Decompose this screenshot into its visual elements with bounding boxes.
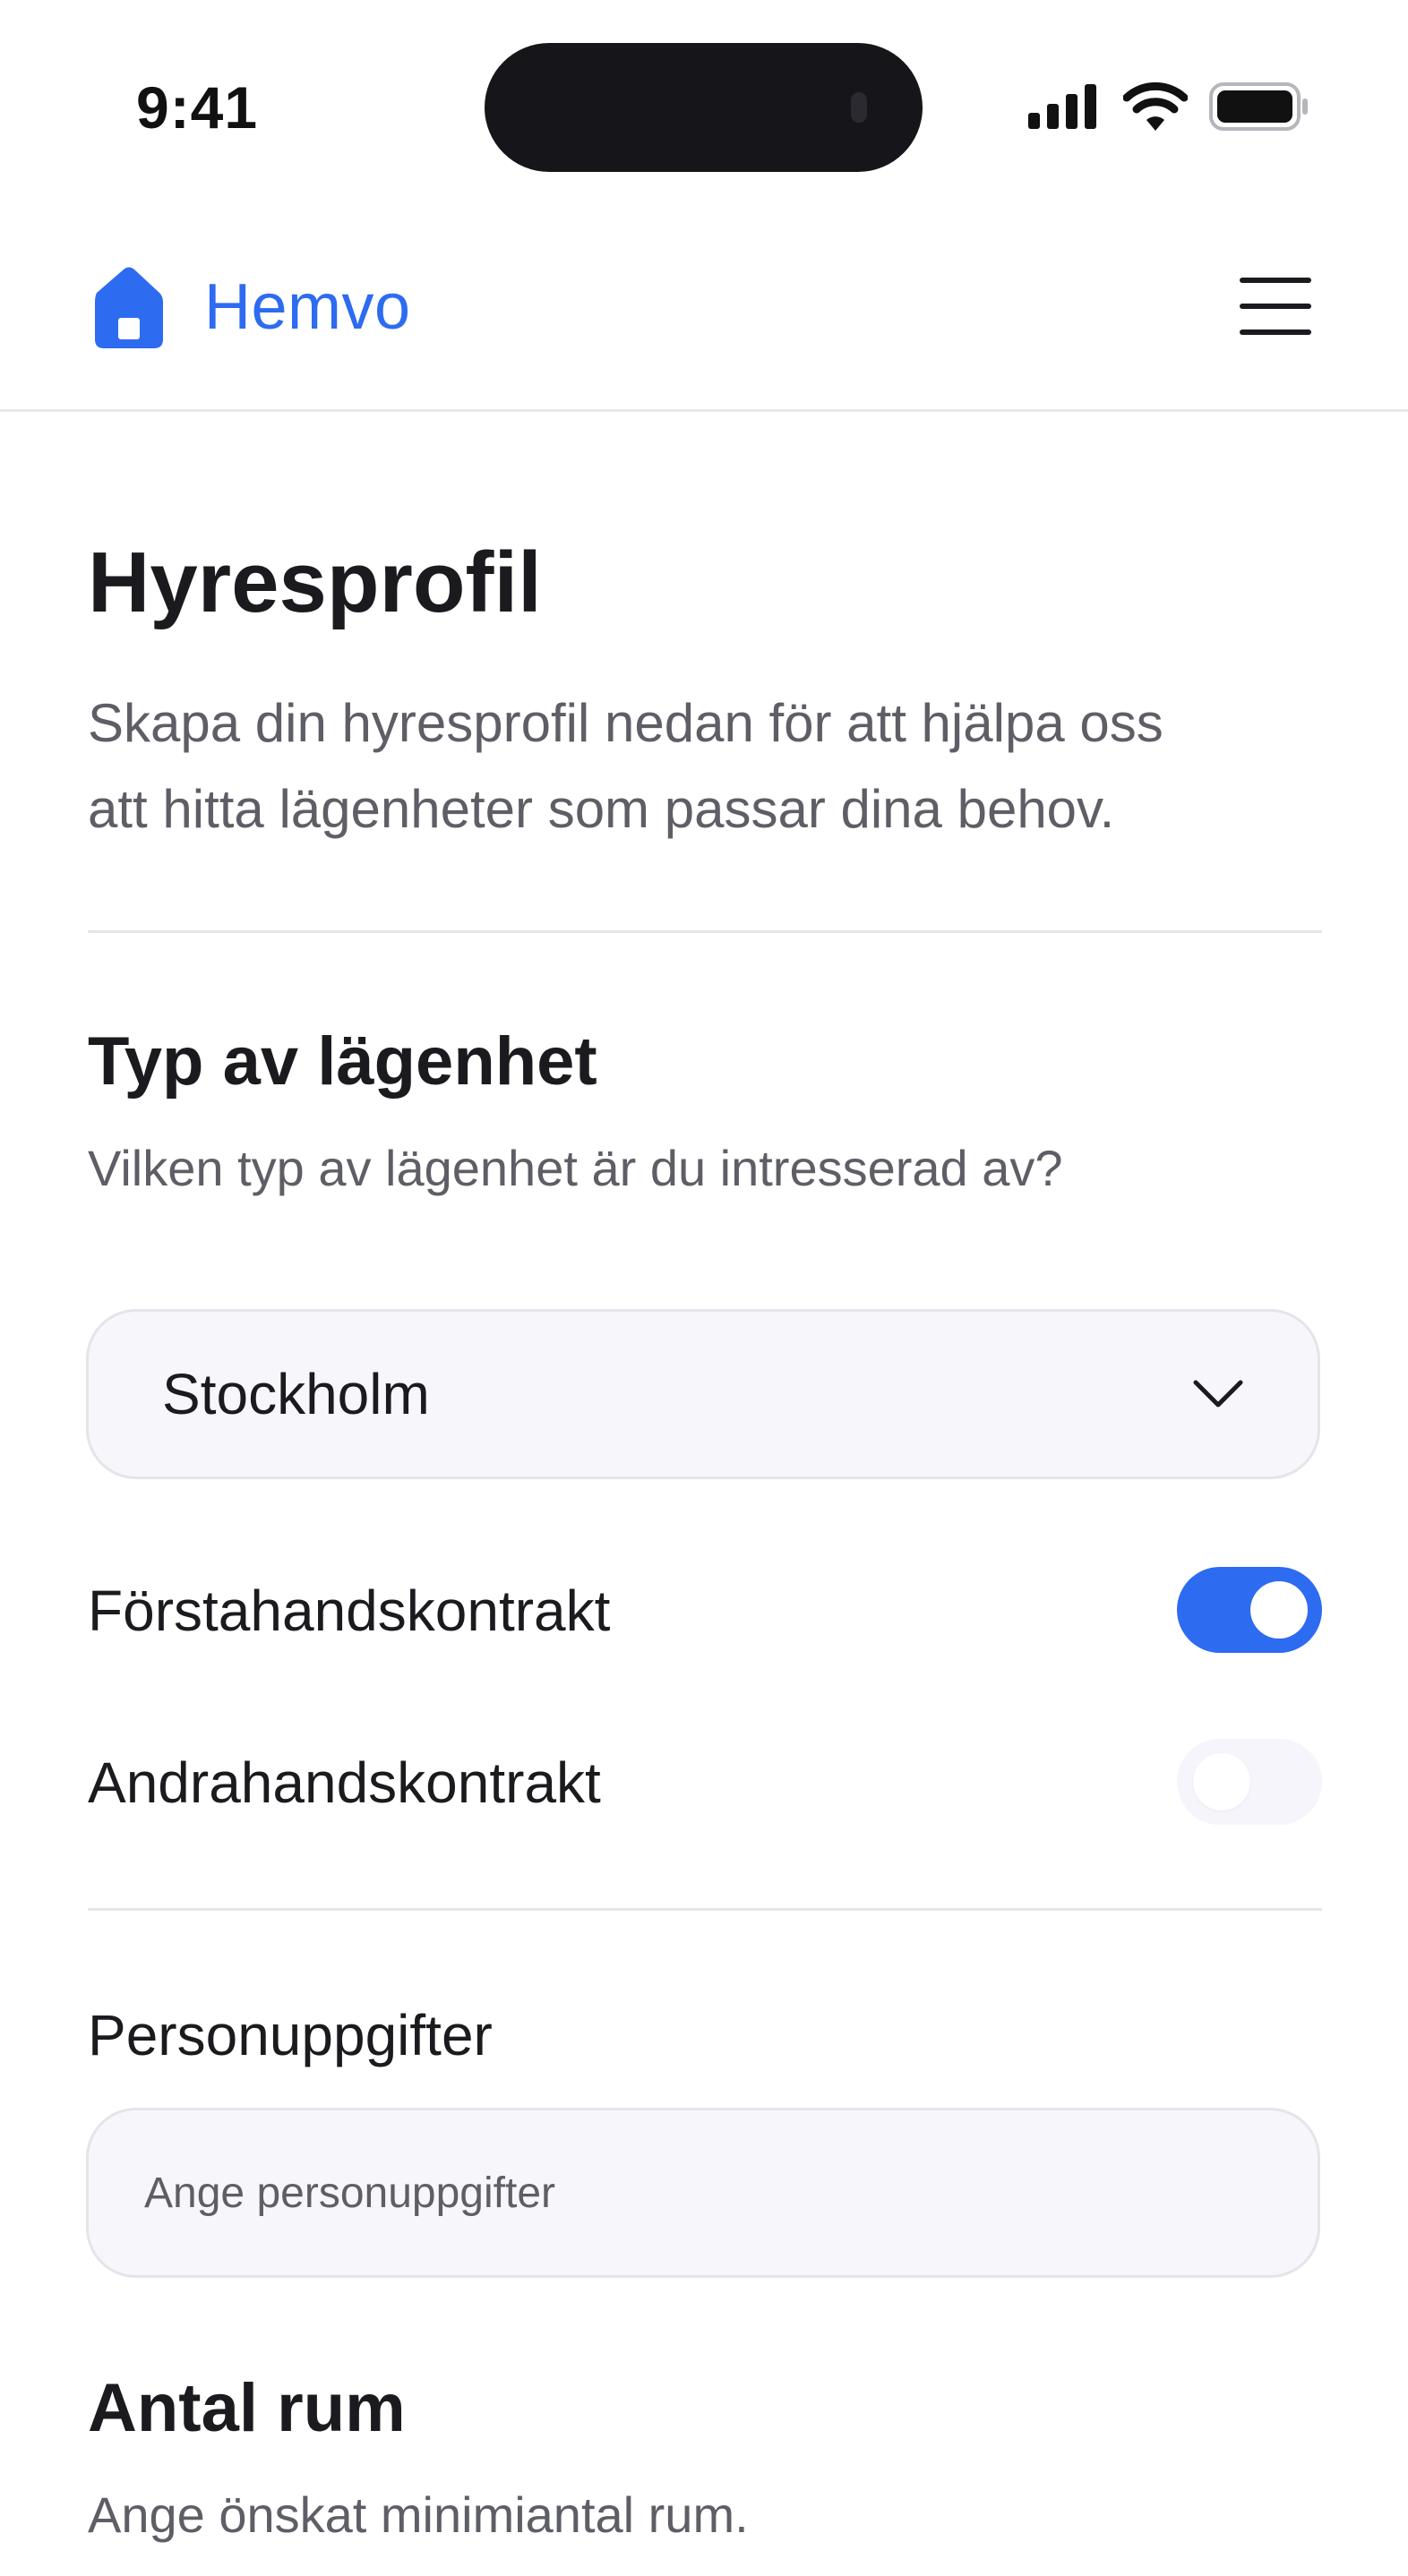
house-icon	[95, 267, 163, 348]
page-description-line-1: Skapa din hyresprofil nedan för att hjäl…	[88, 693, 1163, 753]
menu-bar-top	[1240, 278, 1311, 283]
page-description-line-2: att hitta lägenheter som passar dina beh…	[88, 779, 1115, 839]
rooms-subtitle: Ange önskat minimiantal rum.	[88, 2486, 749, 2543]
menu-bar-middle	[1240, 304, 1311, 309]
cellular-signal-icon	[1028, 84, 1096, 129]
battery-icon	[1209, 82, 1308, 131]
hamburger-menu-icon[interactable]	[1240, 278, 1311, 335]
page-title: Hyresprofil	[88, 535, 542, 630]
header-divider	[0, 409, 1408, 412]
location-select-value: Stockholm	[162, 1362, 430, 1426]
page-description: Skapa din hyresprofil nedan för att hjäl…	[88, 680, 1342, 852]
brand-name[interactable]: Hemvo	[204, 270, 411, 344]
apartment-type-subtitle: Vilken typ av lägenhet är du intresserad…	[88, 1140, 1063, 1196]
personal-info-input[interactable]	[86, 2108, 1320, 2278]
second-hand-contract-toggle[interactable]	[1177, 1739, 1322, 1825]
section-divider	[88, 1908, 1322, 1911]
second-hand-contract-label: Andrahandskontrakt	[88, 1750, 601, 1815]
first-hand-contract-toggle[interactable]	[1177, 1567, 1322, 1653]
section-divider	[88, 930, 1322, 933]
first-hand-contract-label: Förstahandskontrakt	[88, 1579, 611, 1643]
menu-bar-bottom	[1240, 329, 1311, 335]
wifi-icon	[1123, 82, 1188, 131]
rooms-title: Antal rum	[88, 2370, 406, 2446]
status-bar-time: 9:41	[136, 74, 259, 141]
toggle-knob	[1250, 1581, 1308, 1639]
toggle-knob	[1193, 1753, 1250, 1810]
apartment-type-title: Typ av lägenhet	[88, 1023, 597, 1100]
front-camera	[851, 92, 867, 123]
location-select[interactable]: Stockholm	[86, 1309, 1320, 1479]
chevron-down-icon	[1193, 1380, 1243, 1408]
personal-info-label: Personuppgifter	[88, 2003, 493, 2067]
